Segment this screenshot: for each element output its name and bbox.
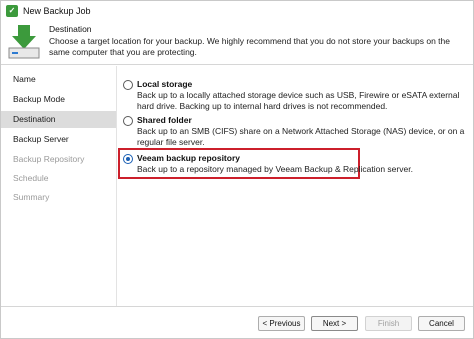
option-description: Back up to a repository managed by Veeam… — [137, 164, 413, 174]
local-storage-radio[interactable] — [123, 80, 133, 90]
wizard-header: Destination Choose a target location for… — [1, 21, 473, 65]
finish-button: Finish — [365, 316, 412, 331]
cancel-button[interactable]: Cancel — [418, 316, 465, 331]
option-description: Back up to an SMB (CIFS) share on a Netw… — [137, 126, 465, 147]
option-title: Shared folder — [137, 115, 192, 125]
page-title: Destination — [49, 24, 92, 34]
wizard-footer: < Previous Next > Finish Cancel — [1, 306, 473, 338]
sidebar-item-name[interactable]: Name — [1, 71, 116, 88]
option-title: Veeam backup repository — [137, 153, 240, 163]
sidebar-item-summary: Summary — [13, 192, 50, 202]
title-bar: ✓ New Backup Job — [1, 1, 473, 21]
option-title: Local storage — [137, 79, 193, 89]
wizard-steps-sidebar: Name Backup Mode Destination Backup Serv… — [1, 66, 117, 306]
veeam-backup-repository-radio[interactable] — [123, 154, 133, 164]
veeam-icon: ✓ — [6, 5, 18, 17]
sidebar-item-backup-server[interactable]: Backup Server — [1, 131, 116, 148]
sidebar-item-backup-mode[interactable]: Backup Mode — [1, 91, 116, 108]
sidebar-item-destination[interactable]: Destination — [1, 111, 116, 128]
option-description: Back up to a locally attached storage de… — [137, 90, 460, 111]
page-description: Choose a target location for your backup… — [49, 36, 450, 57]
sidebar-item-schedule: Schedule — [13, 173, 49, 183]
next-button[interactable]: Next > — [311, 316, 358, 331]
previous-button[interactable]: < Previous — [258, 316, 305, 331]
sidebar-item-backup-repository: Backup Repository — [13, 154, 85, 164]
window-title: New Backup Job — [23, 6, 91, 16]
download-to-drive-icon — [8, 25, 40, 59]
shared-folder-radio[interactable] — [123, 116, 133, 126]
new-backup-job-window: ✓ New Backup Job Destination Choose a ta… — [0, 0, 474, 339]
destination-options: Local storage Back up to a locally attac… — [118, 66, 473, 306]
